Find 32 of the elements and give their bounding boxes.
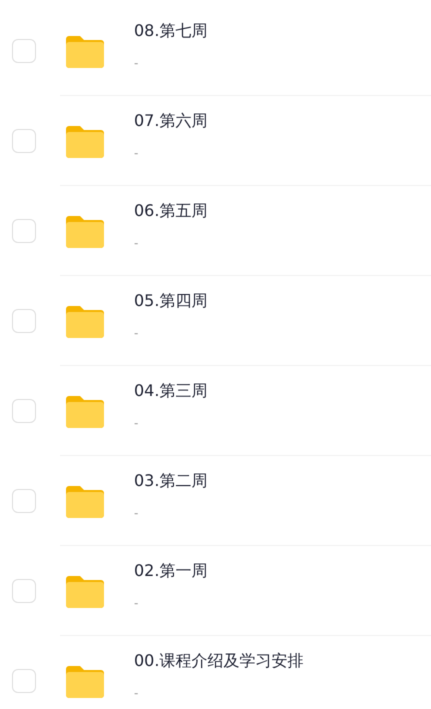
folder-name[interactable]: 05.第四周 [134,290,208,312]
checkbox[interactable] [12,129,36,153]
folder-name[interactable]: 02.第一周 [134,560,208,582]
folder-meta: - [134,686,140,700]
checkbox[interactable] [12,309,36,333]
checkbox[interactable] [12,39,36,63]
folder-name[interactable]: 04.第三周 [134,380,208,402]
folder-meta: - [134,596,140,610]
folder-meta: - [134,236,140,250]
folder-meta: - [134,146,140,160]
folder-icon [66,124,104,158]
folder-icon [66,484,104,518]
folder-meta: - [134,416,140,430]
folder-icon [66,664,104,698]
folder-meta: - [134,326,140,340]
folder-icon [66,394,104,428]
folder-icon [66,304,104,338]
folder-icon [66,34,104,68]
folder-name[interactable]: 00.课程介绍及学习安排 [134,650,304,672]
checkbox[interactable] [12,579,36,603]
folder-meta: - [134,506,140,520]
checkbox[interactable] [12,219,36,243]
folder-name[interactable]: 03.第二周 [134,470,208,492]
checkbox[interactable] [12,669,36,693]
folder-icon [66,214,104,248]
folder-meta: - [134,56,140,70]
checkbox[interactable] [12,399,36,423]
folder-name[interactable]: 07.第六周 [134,110,208,132]
checkbox[interactable] [12,489,36,513]
folder-name[interactable]: 06.第五周 [134,200,208,222]
folder-icon [66,574,104,608]
folder-name[interactable]: 08.第七周 [134,20,208,42]
